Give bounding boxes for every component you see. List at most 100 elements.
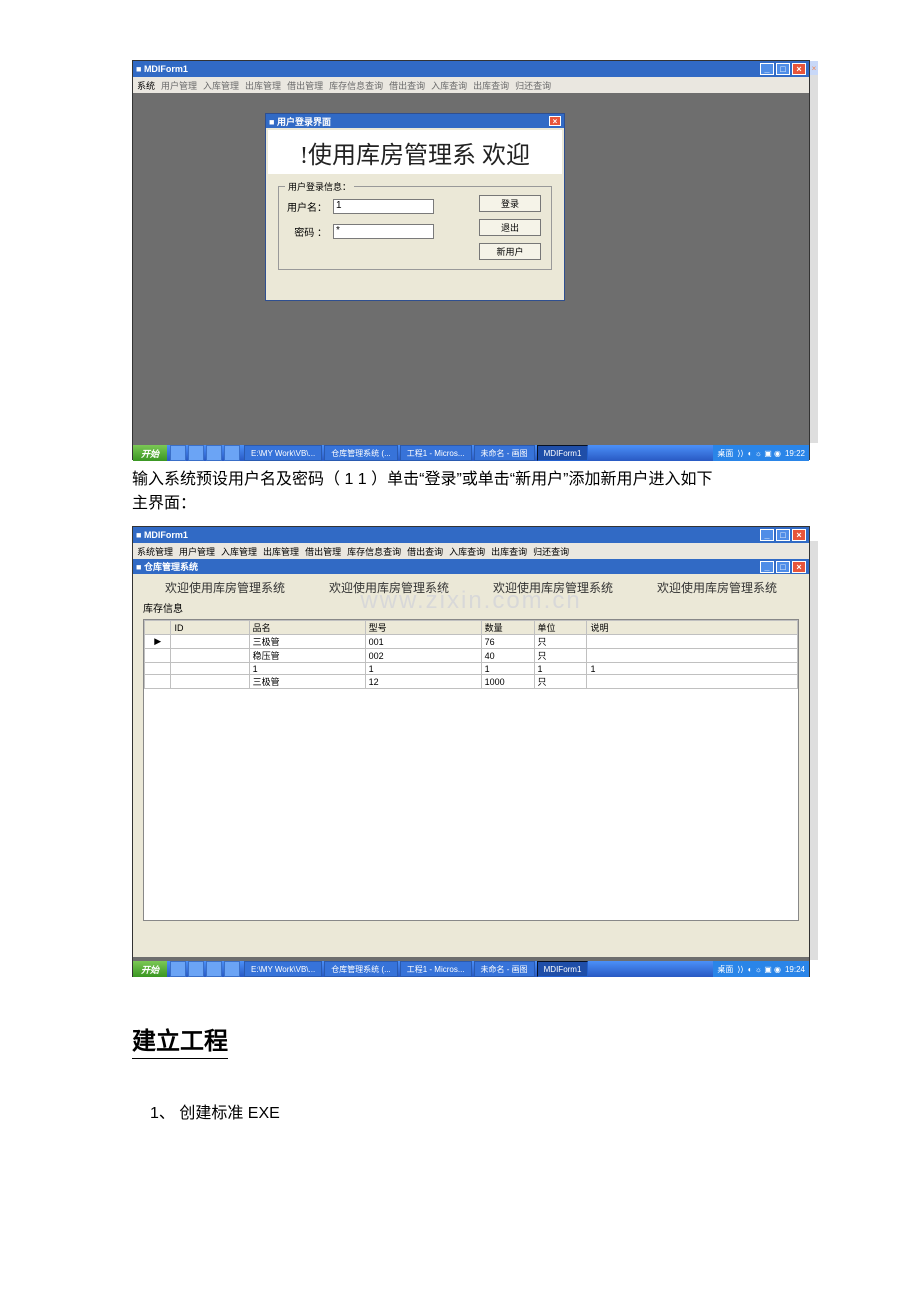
col-unit[interactable]: 单位: [534, 621, 587, 635]
taskbar-item-active[interactable]: MDIForm1: [537, 445, 589, 461]
mdi-title: MDIForm1: [144, 64, 188, 74]
login-dialog: ■ 用户登录界面 × !使用库房管理系 欢迎 用户登录信息： 用户名： 1 密码…: [265, 113, 565, 301]
menu2-lendq[interactable]: 借出查询: [407, 545, 443, 558]
child-close-button[interactable]: ×: [792, 561, 806, 573]
menu2-outq[interactable]: 出库查询: [491, 545, 527, 558]
table-row: ▶ 三极管 001 76 只: [145, 635, 798, 649]
menu2-in[interactable]: 入库管理: [221, 545, 257, 558]
quicklaunch-icon[interactable]: [170, 445, 186, 461]
maximize-button[interactable]: □: [776, 63, 790, 75]
table-row: 稳压管 002 40 只: [145, 649, 798, 663]
taskbar-item[interactable]: E:\MY Work\VB\...: [244, 445, 322, 461]
menu-out[interactable]: 出库管理: [245, 79, 281, 92]
mdi-menubar: 系统 用户管理 入库管理 出库管理 借出管理 库存信息查询 借出查询 入库查询 …: [133, 77, 809, 93]
quicklaunch-icon[interactable]: [206, 445, 222, 461]
menu2-lend[interactable]: 借出管理: [305, 545, 341, 558]
marquee-text: 欢迎使用库房管理系统: [165, 579, 285, 596]
col-name[interactable]: 品名: [249, 621, 365, 635]
minimize-button[interactable]: _: [760, 63, 774, 75]
menu-stockq[interactable]: 库存信息查询: [329, 79, 383, 92]
quicklaunch-icon[interactable]: [206, 961, 222, 977]
login-button[interactable]: 登录: [479, 195, 541, 212]
vb-icon: ■: [136, 530, 144, 540]
taskbar-item[interactable]: 工程1 - Micros...: [400, 961, 472, 977]
username-label: 用户名：: [287, 199, 327, 214]
taskbar-item[interactable]: 未命名 - 画图: [474, 445, 535, 461]
taskbar: 开始 E:\MY Work\VB\... 仓库管理系统 (... 工程1 - M…: [133, 445, 809, 461]
taskbar-item[interactable]: 仓库管理系统 (...: [324, 445, 398, 461]
menu2-stockq[interactable]: 库存信息查询: [347, 545, 401, 558]
close-button[interactable]: ×: [792, 529, 806, 541]
menu2-returnq[interactable]: 归还查询: [533, 545, 569, 558]
tray-time: 19:24: [785, 965, 805, 974]
menu-system[interactable]: 系统: [137, 79, 155, 92]
child-min-button[interactable]: _: [760, 561, 774, 573]
col-desc[interactable]: 说明: [587, 621, 798, 635]
col-model[interactable]: 型号: [365, 621, 481, 635]
step-1: 1、 创建标准 EXE: [150, 1099, 810, 1123]
taskbar-item[interactable]: 仓库管理系统 (...: [324, 961, 398, 977]
marquee-text: 欢迎使用库房管理系统: [657, 579, 777, 596]
col-qty[interactable]: 数量: [481, 621, 534, 635]
menu-lend[interactable]: 借出管理: [287, 79, 323, 92]
taskbar-item[interactable]: E:\MY Work\VB\...: [244, 961, 322, 977]
menu2-out[interactable]: 出库管理: [263, 545, 299, 558]
fieldset-legend: 用户登录信息：: [285, 180, 354, 193]
start-button[interactable]: 开始: [133, 445, 167, 461]
tray-icon[interactable]: ⟩⟩: [737, 449, 743, 458]
system-tray: 桌面 ⟩⟩ ◐ ☼ ▣ ◉ 19:22: [713, 445, 809, 461]
taskbar-item-active[interactable]: MDIForm1: [537, 961, 589, 977]
table-row: 1 1 1 1 1: [145, 663, 798, 675]
tray-icons[interactable]: ◐ ☼ ▣ ◉: [748, 449, 781, 458]
sidebar-close-icon[interactable]: ×: [810, 61, 818, 75]
table-row: 三极管 12 1000 只: [145, 675, 798, 689]
mdi2-titlebar: ■ MDIForm1 _ □ ×: [133, 527, 809, 543]
quicklaunch-icon[interactable]: [170, 961, 186, 977]
quicklaunch-icon[interactable]: [224, 445, 240, 461]
menu-user[interactable]: 用户管理: [161, 79, 197, 92]
menu-lendq[interactable]: 借出查询: [389, 79, 425, 92]
child-max-button[interactable]: □: [776, 561, 790, 573]
menu2-user[interactable]: 用户管理: [179, 545, 215, 558]
tray-icon[interactable]: ⟩⟩: [737, 965, 743, 974]
mdi-client-area: ■ 用户登录界面 × !使用库房管理系 欢迎 用户登录信息： 用户名： 1 密码…: [133, 93, 809, 445]
quicklaunch-icon[interactable]: [188, 445, 204, 461]
exit-button[interactable]: 退出: [479, 219, 541, 236]
password-input[interactable]: *: [333, 224, 434, 239]
inventory-grid[interactable]: ID 品名 型号 数量 单位 说明 ▶ 三极管 0: [143, 619, 799, 921]
minimize-button[interactable]: _: [760, 529, 774, 541]
close-button[interactable]: ×: [792, 63, 806, 75]
mdi2-title: MDIForm1: [144, 530, 188, 540]
username-input[interactable]: 1: [333, 199, 434, 214]
newuser-button[interactable]: 新用户: [479, 243, 541, 260]
grid-corner: [145, 621, 171, 635]
screenshot-login: ■ MDIForm1 _ □ × 系统 用户管理 入库管理 出库管理 借出管理 …: [132, 60, 810, 460]
screenshot-main: ■ MDIForm1 _ □ × 系统管理 用户管理 入库管理 出库管理 借出管…: [132, 526, 810, 977]
menu-in[interactable]: 入库管理: [203, 79, 239, 92]
tray-desktop-label[interactable]: 桌面: [717, 448, 733, 459]
doc-paragraph: 输入系统预设用户名及密码（ 1 1 ）单击“登录”或单击“新用户”添加新用户进入…: [132, 468, 810, 516]
menu-outq[interactable]: 出库查询: [473, 79, 509, 92]
taskbar-item[interactable]: 未命名 - 画图: [474, 961, 535, 977]
menu-returnq[interactable]: 归还查询: [515, 79, 551, 92]
dlg-icon: ■: [269, 117, 277, 127]
tray-icons[interactable]: ◐ ☼ ▣ ◉: [748, 965, 781, 974]
menu2-inq[interactable]: 入库查询: [449, 545, 485, 558]
start-button-2[interactable]: 开始: [133, 961, 167, 977]
quicklaunch-icon[interactable]: [224, 961, 240, 977]
outer-scrollbar-2[interactable]: [810, 541, 818, 960]
tray-desktop-label[interactable]: 桌面: [717, 964, 733, 975]
tray-time: 19:22: [785, 449, 805, 458]
login-titlebar: ■ 用户登录界面 ×: [266, 114, 564, 128]
menu2-system[interactable]: 系统管理: [137, 545, 173, 558]
taskbar-item[interactable]: 工程1 - Micros...: [400, 445, 472, 461]
child-window: ■ 仓库管理系统 _ □ × 欢迎使用库房管理系统 欢迎使用库房管理系统 欢迎使…: [133, 559, 809, 957]
login-close-button[interactable]: ×: [549, 116, 561, 126]
menu-inq[interactable]: 入库查询: [431, 79, 467, 92]
marquee-row: 欢迎使用库房管理系统 欢迎使用库房管理系统 欢迎使用库房管理系统 欢迎使用库房管…: [133, 574, 809, 600]
login-fieldset: 用户登录信息： 用户名： 1 密码 ： * 登录 退出 新用户: [278, 186, 552, 270]
col-id[interactable]: ID: [171, 621, 249, 635]
maximize-button[interactable]: □: [776, 529, 790, 541]
quicklaunch-icon[interactable]: [188, 961, 204, 977]
outer-scrollbar[interactable]: [810, 75, 818, 443]
